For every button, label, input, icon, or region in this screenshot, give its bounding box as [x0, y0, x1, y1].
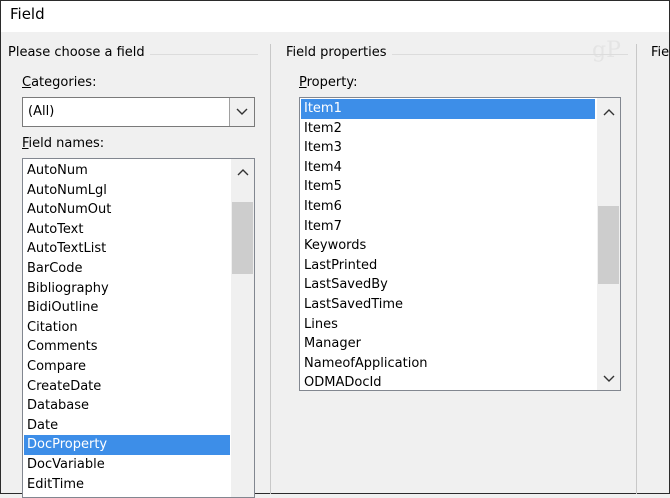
list-item[interactable]: BidiOutline — [24, 298, 230, 318]
categories-value: (All) — [28, 104, 55, 119]
field-properties-heading: Field properties — [286, 45, 387, 60]
list-item[interactable]: Item4 — [301, 158, 595, 178]
list-item[interactable]: EditTime — [24, 475, 230, 495]
list-item[interactable]: ODMADocId — [301, 373, 595, 390]
chevron-down-icon — [603, 375, 614, 382]
section-divider — [636, 44, 637, 494]
scroll-thumb[interactable] — [232, 202, 253, 274]
field-names-label: Field names: — [22, 136, 105, 151]
scroll-thumb[interactable] — [598, 206, 619, 284]
list-item[interactable]: BarCode — [24, 259, 230, 279]
list-item[interactable]: Item3 — [301, 138, 595, 158]
list-item[interactable]: Item7 — [301, 217, 595, 237]
list-item[interactable]: Bibliography — [24, 279, 230, 299]
list-item[interactable]: Manager — [301, 334, 595, 354]
field-names-list[interactable]: AutoNum AutoNumLgl AutoNumOut AutoText AutoT… — [22, 158, 255, 498]
chevron-up-icon — [237, 169, 248, 176]
list-item[interactable]: Citation — [24, 318, 230, 338]
chevron-down-icon — [236, 108, 248, 115]
section-line — [150, 54, 258, 55]
list-item[interactable]: DocProperty — [24, 435, 230, 455]
categories-combo[interactable]: (All) — [22, 97, 255, 127]
property-scrollbar[interactable] — [597, 98, 620, 390]
scroll-up-button[interactable] — [231, 162, 254, 182]
property-label: Property: — [299, 75, 358, 90]
list-item[interactable]: AutoText — [24, 220, 230, 240]
list-item[interactable]: Compare — [24, 357, 230, 377]
list-item[interactable]: AutoNumOut — [24, 200, 230, 220]
dialog-title: Field — [10, 5, 45, 23]
watermark-logo: gP — [592, 38, 621, 63]
list-item[interactable]: Item1 — [301, 99, 595, 119]
section-line — [392, 54, 628, 55]
list-item[interactable]: LastSavedTime — [301, 295, 595, 315]
scroll-up-button[interactable] — [597, 102, 620, 122]
list-item[interactable]: NameofApplication — [301, 354, 595, 374]
list-item[interactable]: AutoTextList — [24, 239, 230, 259]
list-item[interactable]: Date — [24, 416, 230, 436]
field-names-scrollbar[interactable] — [231, 159, 254, 497]
list-item[interactable]: AutoNum — [24, 161, 230, 181]
scroll-down-button[interactable] — [597, 369, 620, 389]
list-item[interactable]: LastSavedBy — [301, 275, 595, 295]
list-item[interactable]: Item2 — [301, 119, 595, 139]
section-divider — [270, 44, 271, 494]
list-item[interactable]: Database — [24, 396, 230, 416]
property-list[interactable]: Item1 Item2 Item3 Item4 Item5 Item6 Item7 Keywo… — [299, 97, 621, 391]
chevron-up-icon — [603, 109, 614, 116]
list-item[interactable]: LastPrinted — [301, 256, 595, 276]
categories-dropdown-button[interactable] — [229, 98, 254, 126]
list-item[interactable]: Lines — [301, 315, 595, 335]
list-item[interactable]: Comments — [24, 337, 230, 357]
list-item[interactable]: Item5 — [301, 177, 595, 197]
list-item[interactable]: CreateDate — [24, 377, 230, 397]
list-item[interactable]: DocVariable — [24, 455, 230, 475]
list-item[interactable]: Keywords — [301, 236, 595, 256]
choose-field-heading: Please choose a field — [8, 45, 145, 60]
list-item[interactable]: Item6 — [301, 197, 595, 217]
title-bar: Field — [1, 1, 669, 32]
right-section-heading: Fie — [651, 45, 670, 60]
categories-label: Categories: — [22, 75, 97, 90]
list-item[interactable]: AutoNumLgl — [24, 181, 230, 201]
